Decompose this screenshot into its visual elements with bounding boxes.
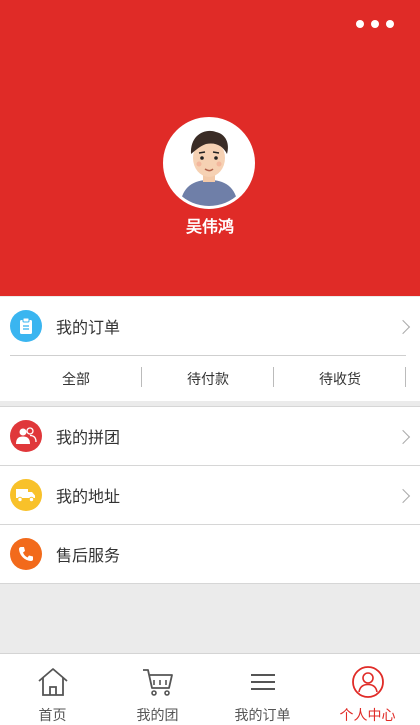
my-address-label: 我的地址 [56,487,121,506]
avatar[interactable] [163,117,255,209]
after-sales-row[interactable]: 售后服务 [0,525,420,583]
home-icon [36,660,70,704]
user-name: 吴伟鸿 [185,217,234,236]
chevron-right-icon [395,488,411,504]
phone-icon [10,538,42,570]
more-options-icon[interactable] [356,20,394,28]
tab-my-orders[interactable]: 我的订单 [210,654,315,725]
menu-icon [246,660,280,704]
my-address-row[interactable]: 我的地址 [0,466,420,524]
bottom-tab-bar: 首页 我的团 我的订单 个人中心 [0,653,420,725]
my-group-label: 我的拼团 [56,428,121,447]
my-group-row[interactable]: 我的拼团 [0,407,420,465]
chevron-right-icon [395,429,411,445]
tab-home-label: 首页 [38,708,67,724]
divider [0,583,420,584]
clipboard-icon [10,310,42,342]
tab-pending-payment[interactable]: 待付款 [142,366,274,389]
user-icon [351,660,385,704]
order-status-tabs: 全部 待付款 待收货 [10,356,406,401]
tab-pending-receipt[interactable]: 待收货 [274,366,406,389]
group-users-icon [10,420,42,452]
truck-icon [10,479,42,511]
orders-card: 我的订单 全部 待付款 待收货 [0,297,420,401]
tab-my-group-label: 我的团 [136,708,179,724]
service-card: 售后服务 [0,525,420,583]
chevron-right-icon [395,319,411,335]
profile-header: 吴伟鸿 [0,0,420,296]
tab-profile[interactable]: 个人中心 [315,654,420,725]
my-orders-row[interactable]: 我的订单 [0,297,420,355]
tab-all-orders[interactable]: 全部 [10,366,142,389]
group-card: 我的拼团 [0,407,420,465]
after-sales-label: 售后服务 [56,546,121,565]
tab-home[interactable]: 首页 [0,654,105,725]
my-orders-label: 我的订单 [56,318,121,337]
tab-profile-label: 个人中心 [339,708,396,724]
tab-my-orders-label: 我的订单 [234,708,291,724]
tab-my-group[interactable]: 我的团 [105,654,210,725]
address-card: 我的地址 [0,466,420,524]
cart-icon [141,660,175,704]
